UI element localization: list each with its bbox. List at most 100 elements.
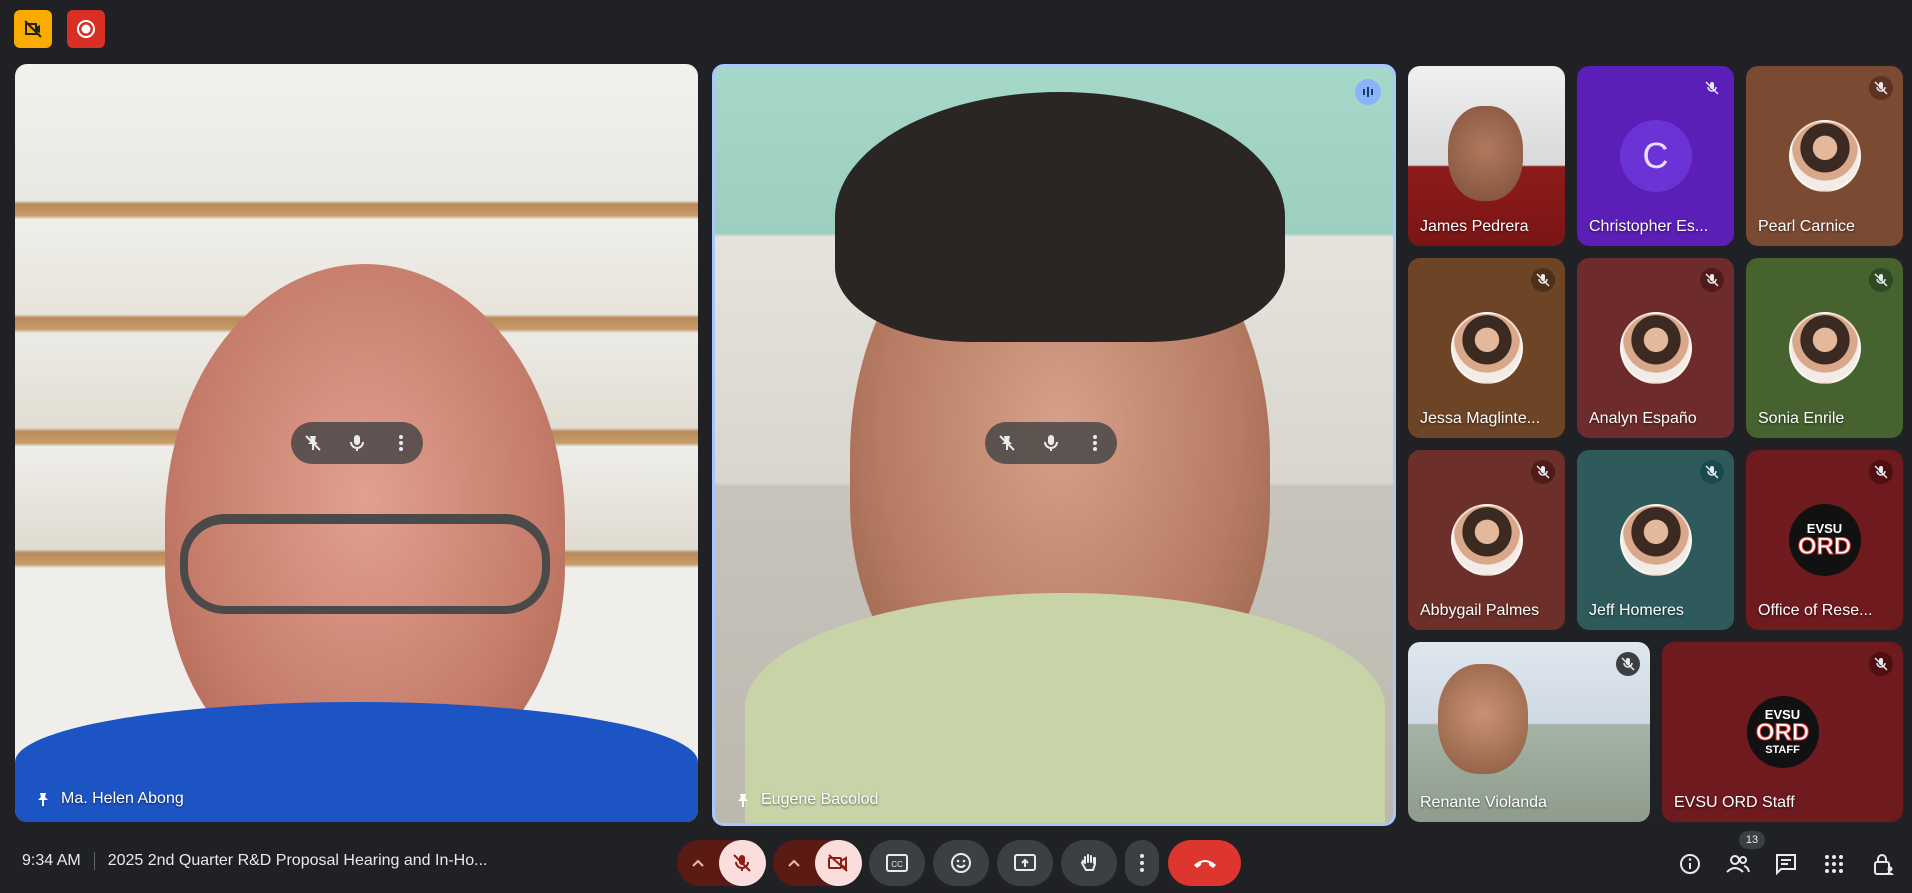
mic-off-icon (1536, 465, 1550, 479)
participant-name: James Pedrera (1420, 218, 1529, 236)
chevron-up-icon (692, 859, 704, 867)
featured-tile-helen[interactable]: Ma. Helen Abong (15, 64, 698, 822)
closed-captions-icon: CC (886, 854, 908, 872)
participant-video-detail (180, 514, 550, 614)
participant-name-label: Renante Violanda (1420, 794, 1547, 811)
mic-off-icon (1874, 657, 1888, 671)
participant-tile[interactable]: C Christopher Es... (1577, 66, 1734, 246)
meeting-details-button[interactable] (1675, 849, 1705, 879)
recording-indicator[interactable] (67, 10, 105, 48)
logo-text: STAFF (1765, 744, 1800, 756)
muted-indicator (1531, 460, 1555, 484)
call-end-icon (1193, 860, 1216, 868)
muted-indicator (1531, 268, 1555, 292)
more-options-button[interactable] (1125, 840, 1159, 886)
apps-grid-icon (1825, 855, 1843, 873)
participant-name: Office of Rese... (1758, 602, 1872, 620)
mic-toggle-button[interactable] (718, 840, 766, 886)
pin-icon (738, 794, 748, 807)
participant-count-badge: 13 (1739, 831, 1765, 849)
leave-call-button[interactable] (1168, 840, 1241, 886)
participant-name-label: Sonia Enrile (1758, 410, 1845, 427)
clock-time: 9:34 AM (22, 852, 81, 869)
logo-text: ORD (1755, 719, 1810, 746)
participant-name: Abbygail Palmes (1420, 602, 1539, 620)
camera-off-indicator[interactable] (14, 10, 52, 48)
video-off-icon (24, 20, 42, 38)
avatar (1788, 120, 1861, 192)
avatar (1450, 312, 1523, 384)
more-vert-icon (1140, 854, 1144, 872)
record-icon (77, 20, 95, 38)
chevron-up-icon (788, 859, 800, 867)
participant-tile[interactable]: Pearl Carnice (1746, 66, 1903, 246)
participant-name-label: Abbygail Palmes (1420, 602, 1540, 619)
muted-indicator (1869, 460, 1893, 484)
participant-tile[interactable]: Analyn Españo (1577, 258, 1734, 438)
raise-hand-button[interactable] (1061, 840, 1117, 886)
logo-text: ORD (1797, 532, 1852, 560)
participant-name: Christopher Es... (1589, 218, 1708, 236)
audio-settings-button[interactable] (677, 859, 719, 867)
more-vert-icon[interactable] (1085, 433, 1105, 453)
activities-button[interactable] (1819, 849, 1849, 879)
organization-logo: EVSU ORD STAFF (1746, 696, 1819, 768)
present-button[interactable] (997, 840, 1053, 886)
video-off-icon (828, 854, 848, 872)
participant-tile[interactable]: Jessa Maglinte... (1408, 258, 1565, 438)
participant-name-label: Office of Rese... (1758, 602, 1873, 619)
participant-tile[interactable]: Abbygail Palmes (1408, 450, 1565, 630)
participant-tile[interactable]: Sonia Enrile (1746, 258, 1903, 438)
participant-video-detail (745, 593, 1385, 823)
unpin-icon[interactable] (997, 433, 1017, 453)
divider (93, 852, 95, 870)
camera-control (773, 840, 862, 886)
participant-name-label: Analyn Españo (1589, 410, 1697, 427)
featured-tile-eugene[interactable]: Eugene Bacolod (712, 64, 1396, 826)
info-icon (1680, 854, 1700, 874)
avatar (1619, 312, 1692, 384)
mute-participant-icon[interactable] (347, 433, 367, 453)
unpin-icon[interactable] (303, 433, 323, 453)
participant-name: Eugene Bacolod (735, 791, 878, 809)
chat-button[interactable] (1771, 849, 1801, 879)
chat-icon (1776, 854, 1796, 875)
tile-hover-controls (985, 422, 1117, 464)
muted-indicator (1869, 268, 1893, 292)
participant-name-label: James Pedrera (1420, 218, 1529, 235)
meeting-title: 2025 2nd Quarter R&D Proposal Hearing an… (107, 852, 488, 869)
mic-off-icon (1621, 657, 1635, 671)
mic-off-icon (1705, 465, 1719, 479)
mute-participant-icon[interactable] (1041, 433, 1061, 453)
muted-indicator (1869, 652, 1893, 676)
more-vert-icon[interactable] (391, 433, 411, 453)
muted-indicator (1700, 460, 1724, 484)
participant-tile[interactable]: Renante Violanda (1408, 642, 1650, 822)
lock-person-icon (1874, 854, 1894, 875)
participant-name-label: Jessa Maglinte... (1420, 410, 1541, 427)
participant-tile[interactable]: EVSU ORD Office of Rese... (1746, 450, 1903, 630)
participant-name: Pearl Carnice (1758, 218, 1855, 236)
muted-indicator (1616, 652, 1640, 676)
mic-off-icon (733, 854, 751, 872)
participant-tile[interactable]: James Pedrera (1408, 66, 1565, 246)
participant-tile[interactable]: Jeff Homeres (1577, 450, 1734, 630)
participant-video-detail (835, 92, 1285, 342)
mic-off-icon (1705, 81, 1719, 95)
participant-name: Ma. Helen Abong (35, 790, 184, 808)
organization-logo: EVSU ORD (1788, 504, 1861, 576)
avatar (1450, 504, 1523, 576)
camera-toggle-button[interactable] (814, 840, 862, 886)
people-button[interactable] (1723, 849, 1753, 879)
participant-name: Jeff Homeres (1589, 602, 1684, 620)
video-settings-button[interactable] (773, 859, 815, 867)
mic-off-icon (1536, 273, 1550, 287)
participant-name-label: Eugene Bacolod (761, 791, 879, 808)
meeting-info: 9:34 AM 2025 2nd Quarter R&D Proposal He… (22, 852, 487, 870)
reactions-button[interactable] (933, 840, 989, 886)
host-controls-button[interactable] (1869, 849, 1899, 879)
muted-indicator (1869, 76, 1893, 100)
captions-button[interactable]: CC (869, 840, 925, 886)
participant-tile[interactable]: EVSU ORD STAFF EVSU ORD Staff (1662, 642, 1903, 822)
muted-indicator (1700, 76, 1724, 100)
